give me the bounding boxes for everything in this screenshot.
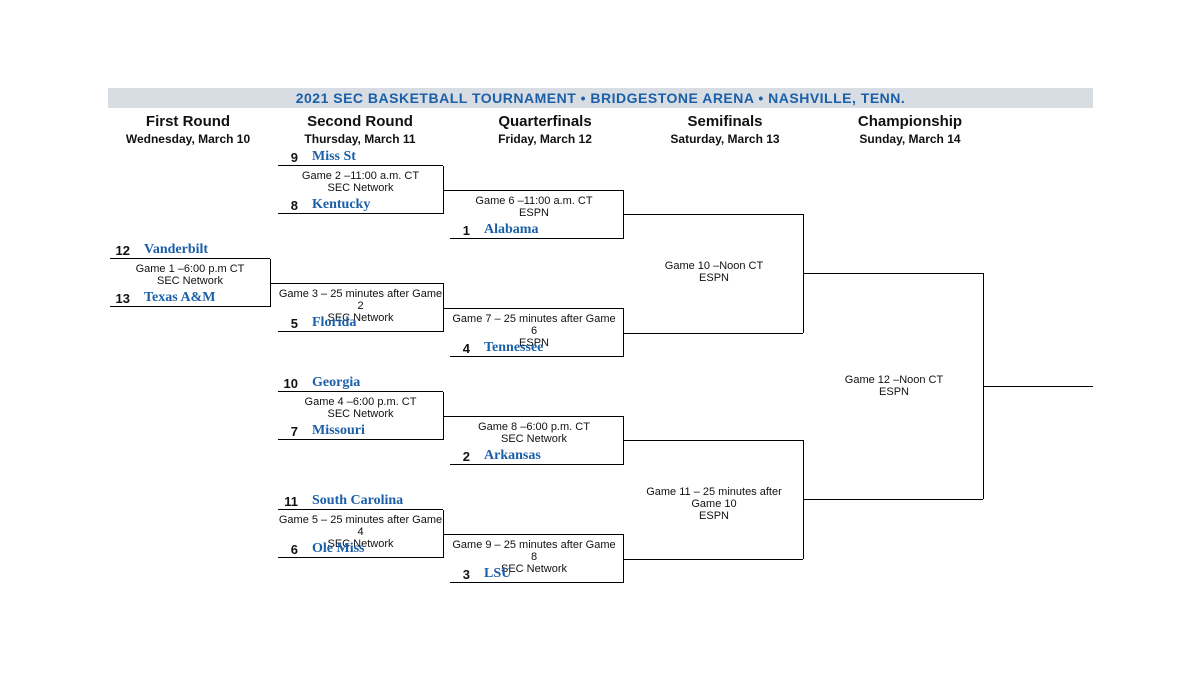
game-line1: Game 1 –6:00 p.m CT — [110, 263, 270, 275]
round-date: Thursday, March 11 — [275, 132, 445, 146]
bracket-line — [443, 308, 623, 309]
bracket-line — [983, 386, 1093, 387]
game-info-g10: Game 10 –Noon CT ESPN — [630, 260, 798, 284]
game-line1: Game 9 – 25 minutes after Game 8 — [450, 539, 618, 563]
seed: 8 — [278, 198, 304, 213]
game-info-g8: Game 8 –6:00 p.m. CT SEC Network — [450, 421, 618, 445]
game-info-g1: Game 1 –6:00 p.m CT SEC Network — [110, 263, 270, 287]
round-date: Friday, March 12 — [460, 132, 630, 146]
seed: 12 — [110, 243, 136, 258]
team-line-s9: 9 Miss St — [278, 148, 443, 166]
team-line-s5: 5 Florida — [278, 314, 443, 332]
bracket-line — [803, 273, 983, 274]
col-head-r4: Semifinals Saturday, March 13 — [640, 113, 810, 146]
seed: 2 — [450, 449, 476, 464]
game-line2: SEC Network — [110, 275, 270, 287]
bracket-line — [623, 214, 803, 215]
game-info-g2: Game 2 –11:00 a.m. CT SEC Network — [278, 170, 443, 194]
title-text: 2021 SEC BASKETBALL TOURNAMENT • BRIDGES… — [296, 90, 906, 106]
game-info-g6: Game 6 –11:00 a.m. CT ESPN — [450, 195, 618, 219]
seed: 6 — [278, 542, 304, 557]
team-name: Tennessee — [476, 340, 543, 356]
bracket-line — [443, 534, 623, 535]
team-line-s4: 4 Tennessee — [450, 339, 623, 357]
round-name: Semifinals — [640, 113, 810, 130]
col-head-r2: Second Round Thursday, March 11 — [275, 113, 445, 146]
team-name: LSU — [476, 566, 511, 582]
seed: 13 — [110, 291, 136, 306]
game-info-g11: Game 11 – 25 minutes after Game 10 ESPN — [630, 486, 798, 522]
game-line1: Game 8 –6:00 p.m. CT — [450, 421, 618, 433]
game-line2: ESPN — [450, 207, 618, 219]
title-bar: 2021 SEC BASKETBALL TOURNAMENT • BRIDGES… — [108, 88, 1093, 108]
round-date: Saturday, March 13 — [640, 132, 810, 146]
col-head-r5: Championship Sunday, March 14 — [820, 113, 1000, 146]
game-line2: SEC Network — [450, 433, 618, 445]
game-line1: Game 5 – 25 minutes after Game 4 — [278, 514, 443, 538]
team-name: Arkansas — [476, 448, 541, 464]
team-name: Alabama — [476, 222, 538, 238]
bracket-line — [623, 559, 803, 560]
bracket-line — [443, 416, 623, 417]
round-name: Championship — [820, 113, 1000, 130]
team-line-s1: 1 Alabama — [450, 221, 623, 239]
team-name: Kentucky — [304, 197, 370, 213]
round-name: First Round — [108, 113, 268, 130]
game-line2: SEC Network — [278, 182, 443, 194]
team-name: Miss St — [304, 149, 356, 165]
team-line-s11: 11 South Carolina — [278, 492, 443, 510]
bracket-line — [443, 190, 623, 191]
col-head-r3: Quarterfinals Friday, March 12 — [460, 113, 630, 146]
round-name: Quarterfinals — [460, 113, 630, 130]
game-info-g4: Game 4 –6:00 p.m. CT SEC Network — [278, 396, 443, 420]
game-line2: ESPN — [630, 272, 798, 284]
seed: 1 — [450, 223, 476, 238]
seed: 9 — [278, 150, 304, 165]
seed: 10 — [278, 376, 304, 391]
team-line-s13: 13 Texas A&M — [110, 289, 270, 307]
seed: 3 — [450, 567, 476, 582]
game-line1: Game 6 –11:00 a.m. CT — [450, 195, 618, 207]
team-name: South Carolina — [304, 493, 403, 509]
team-name: Missouri — [304, 423, 365, 439]
game-line1: Game 3 – 25 minutes after Game 2 — [278, 288, 443, 312]
seed: 4 — [450, 341, 476, 356]
game-line1: Game 7 – 25 minutes after Game 6 — [450, 313, 618, 337]
team-line-s8: 8 Kentucky — [278, 196, 443, 214]
game-line1: Game 10 –Noon CT — [630, 260, 798, 272]
team-line-s6: 6 Ole Miss — [278, 540, 443, 558]
team-name: Texas A&M — [136, 290, 215, 306]
seed: 5 — [278, 316, 304, 331]
game-line1: Game 12 –Noon CT — [810, 374, 978, 386]
game-info-g12: Game 12 –Noon CT ESPN — [810, 374, 978, 398]
bracket-line — [623, 333, 803, 334]
seed: 7 — [278, 424, 304, 439]
game-line1: Game 2 –11:00 a.m. CT — [278, 170, 443, 182]
team-name: Vanderbilt — [136, 242, 208, 258]
game-line2: ESPN — [810, 386, 978, 398]
game-line2: SEC Network — [278, 408, 443, 420]
team-line-s3: 3 LSU — [450, 565, 623, 583]
col-head-r1: First Round Wednesday, March 10 — [108, 113, 268, 146]
team-name: Ole Miss — [304, 541, 365, 557]
team-name: Florida — [304, 315, 356, 331]
game-line1: Game 4 –6:00 p.m. CT — [278, 396, 443, 408]
bracket-line — [270, 283, 443, 284]
round-name: Second Round — [275, 113, 445, 130]
round-date: Sunday, March 14 — [820, 132, 1000, 146]
game-line2: ESPN — [630, 510, 798, 522]
team-name: Georgia — [304, 375, 360, 391]
game-line1: Game 11 – 25 minutes after Game 10 — [630, 486, 798, 510]
seed: 11 — [278, 494, 304, 509]
bracket-line — [803, 499, 983, 500]
team-line-s12: 12 Vanderbilt — [110, 241, 270, 259]
team-line-s7: 7 Missouri — [278, 422, 443, 440]
team-line-s2: 2 Arkansas — [450, 447, 623, 465]
bracket-line — [623, 440, 803, 441]
round-date: Wednesday, March 10 — [108, 132, 268, 146]
team-line-s10: 10 Georgia — [278, 374, 443, 392]
